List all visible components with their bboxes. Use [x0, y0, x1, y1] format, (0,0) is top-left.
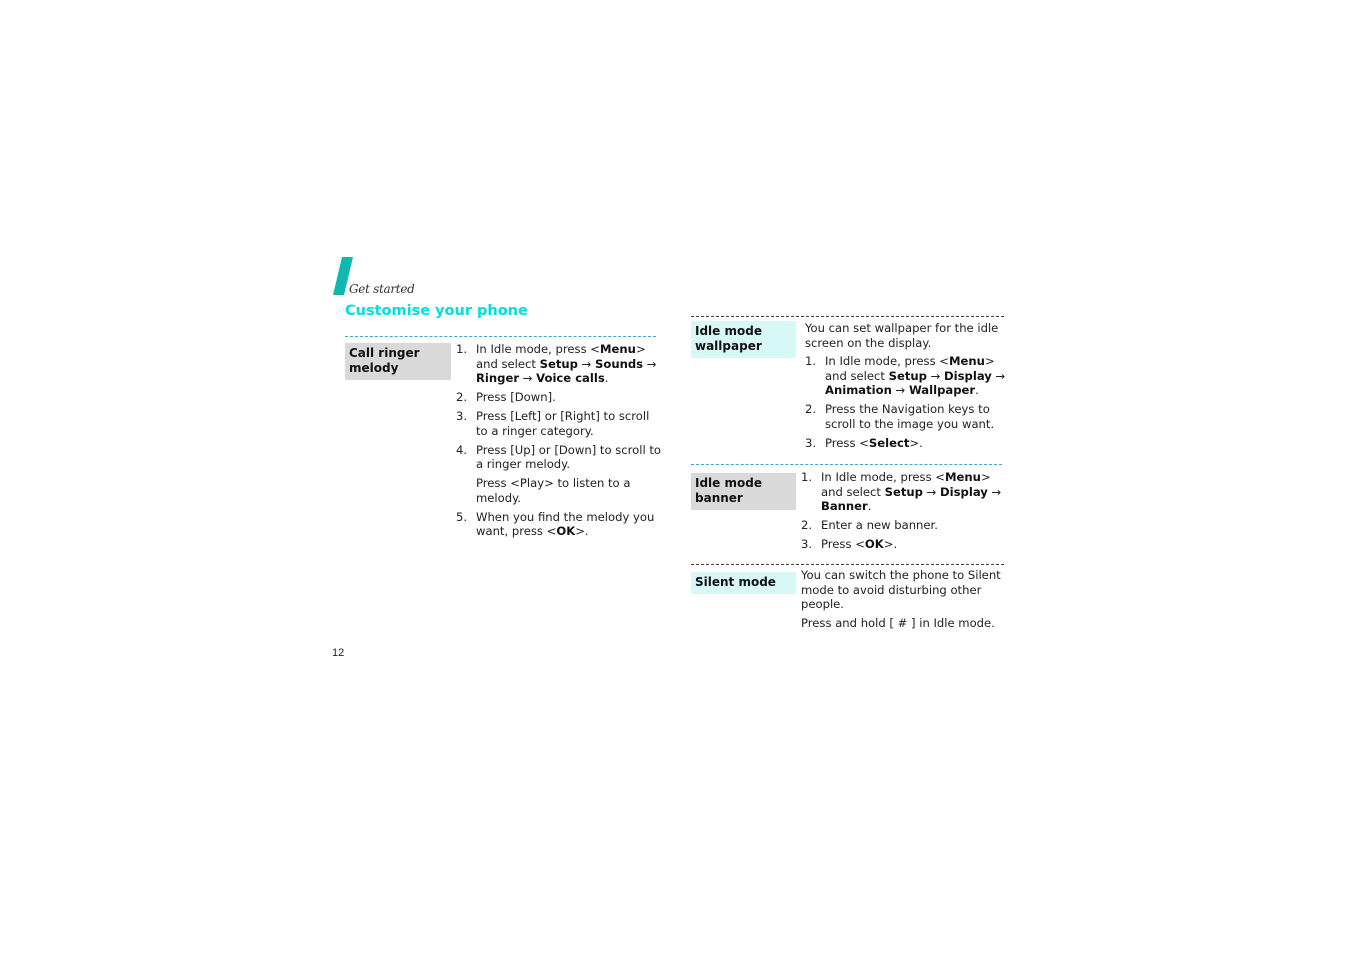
section-label: Get started	[349, 282, 415, 296]
divider	[345, 336, 656, 337]
step: 2. Press the Navigation keys to scroll t…	[805, 402, 995, 431]
idle-wallpaper-content: You can set wallpaper for the idle scree…	[805, 321, 1010, 455]
silent-mode-content: You can switch the phone to Silent mode …	[801, 568, 1006, 634]
divider	[691, 464, 1002, 465]
label-silent-mode: Silent mode	[691, 572, 796, 594]
step: 1. In Idle mode, press <Menu> and select…	[801, 470, 1002, 513]
label-idle-mode-banner: Idle mode banner	[691, 473, 796, 510]
page-title: Customise your phone	[345, 303, 528, 319]
step: 2. Press [Down].	[456, 390, 556, 404]
step: 5. When you find the melody you want, pr…	[456, 509, 655, 539]
step: 2. Enter a new banner.	[801, 518, 938, 532]
step: 3. Press <Select>.	[805, 435, 923, 450]
step: 3. Press [Left] or [Right] to scroll to …	[456, 409, 650, 438]
note-text: Press and hold [ # ] in Idle mode.	[801, 615, 995, 630]
label-call-ringer-melody: Call ringer melody	[345, 343, 451, 380]
step: 4. Press [Up] or [Down] to scroll to a r…	[456, 442, 662, 472]
call-ringer-steps: 1. In Idle mode, press <Menu> and select…	[456, 342, 661, 543]
step: 3. Press <OK>.	[801, 537, 898, 551]
divider	[691, 316, 1004, 317]
label-idle-mode-wallpaper: Idle mode wallpaper	[691, 321, 796, 358]
page-number: 12	[332, 647, 345, 659]
step-note: Press <Play> to listen to a melody.	[476, 476, 631, 505]
idle-banner-steps: 1. In Idle mode, press <Menu> and select…	[801, 470, 1006, 556]
intro-text: You can switch the phone to Silent mode …	[801, 568, 1001, 611]
intro-text: You can set wallpaper for the idle scree…	[805, 321, 999, 350]
step: 1. In Idle mode, press <Menu> and select…	[805, 354, 1006, 397]
divider	[691, 564, 1004, 565]
step: 1. In Idle mode, press <Menu> and select…	[456, 342, 657, 385]
